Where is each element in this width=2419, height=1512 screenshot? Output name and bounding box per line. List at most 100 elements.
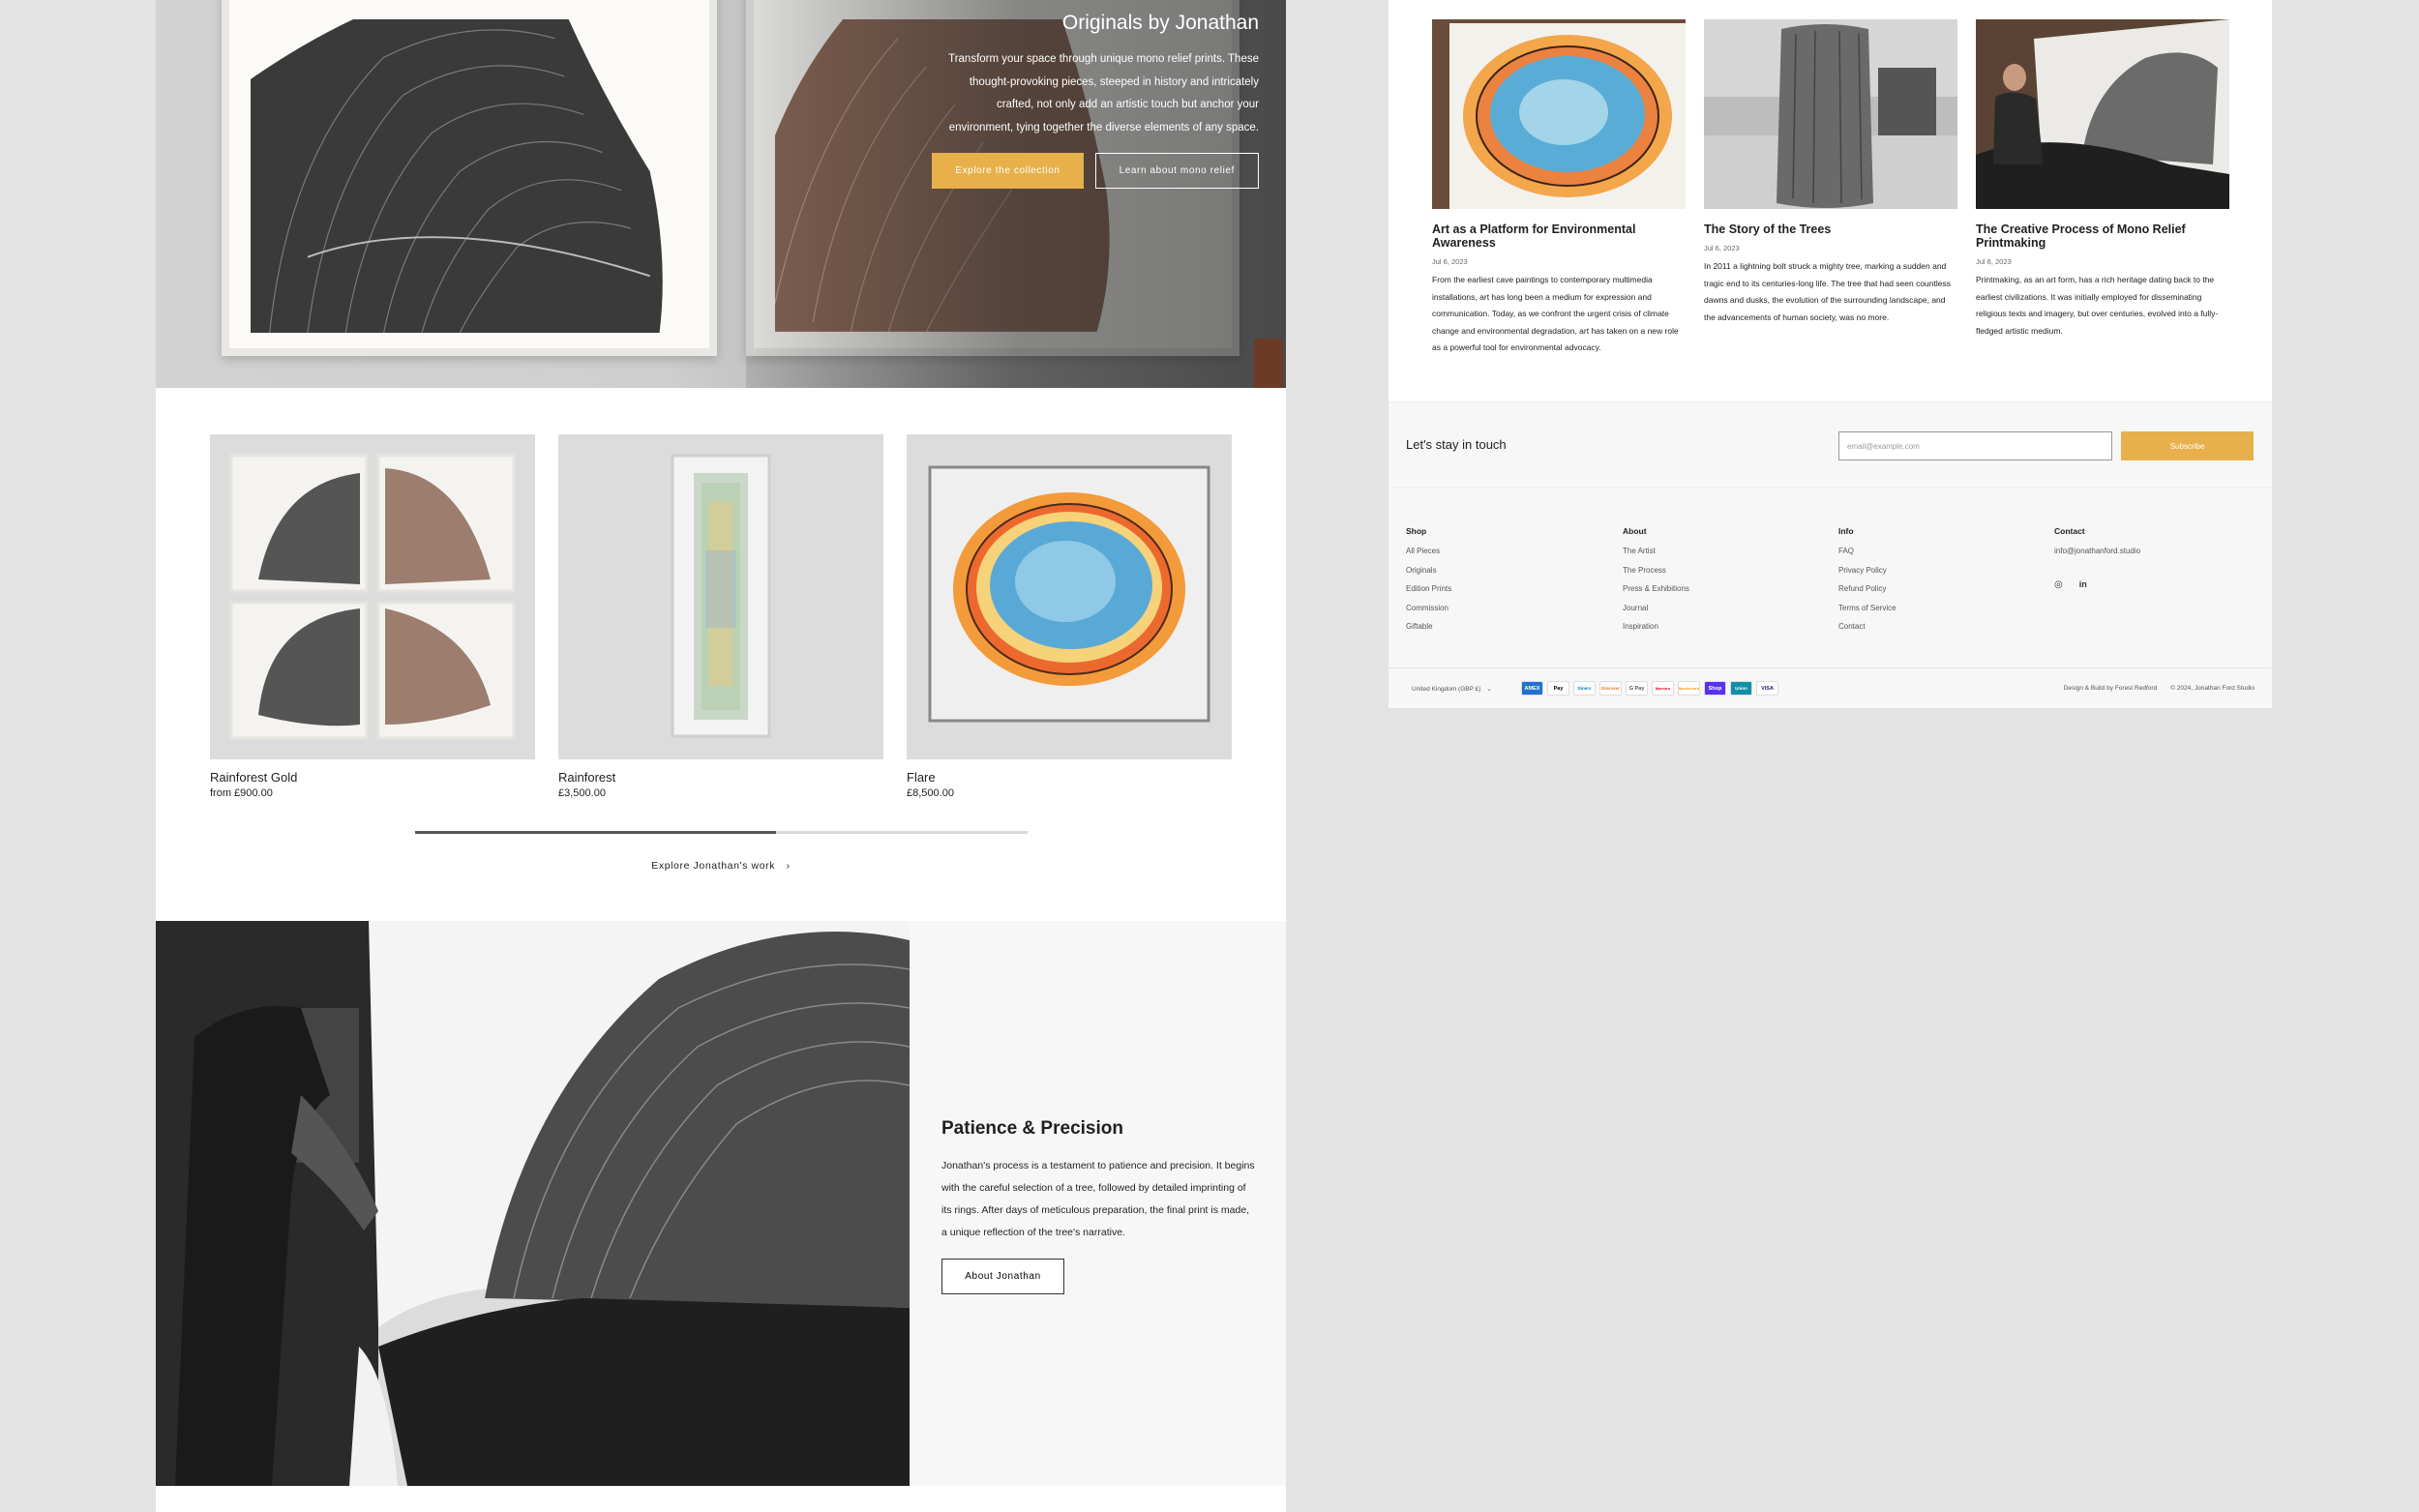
process-section: Patience & Precision Jonathan's process … bbox=[156, 921, 1286, 1486]
flare-print-image bbox=[928, 465, 1210, 723]
product-price: from £900.00 bbox=[210, 787, 273, 799]
product-card-flare[interactable]: Flare £8,500.00 bbox=[907, 434, 1232, 799]
product-price: £8,500.00 bbox=[907, 787, 954, 799]
carousel-scrollbar[interactable] bbox=[415, 831, 1028, 834]
discover-icon: Discover bbox=[1599, 681, 1622, 696]
footer-heading: Info bbox=[1838, 526, 1854, 536]
article-title[interactable]: The Story of the Trees bbox=[1704, 222, 1957, 236]
design-credit-link[interactable]: Design & Build by Forest Redford bbox=[2064, 685, 2157, 692]
article-image[interactable] bbox=[1704, 19, 1957, 209]
payment-methods: AMEX Pay Diners Discover G Pay Maestro M… bbox=[1521, 681, 1778, 696]
wooden-stand bbox=[1254, 339, 1283, 388]
footer-link[interactable]: Press & Exhibitions bbox=[1623, 584, 1816, 604]
footer-heading: Contact bbox=[2054, 526, 2085, 536]
hero-description: Transform your space through unique mono… bbox=[948, 53, 1259, 133]
article-card[interactable]: The Story of the Trees Jul 6, 2023 In 20… bbox=[1704, 19, 1957, 326]
footer-link[interactable]: Edition Prints bbox=[1406, 584, 1599, 604]
carousel-scrollbar-thumb[interactable] bbox=[415, 831, 777, 834]
tall-panel-print-image bbox=[671, 454, 771, 738]
process-copy: Patience & Precision Jonathan's process … bbox=[941, 1118, 1256, 1294]
tree-stump-photo bbox=[1704, 19, 1957, 209]
hero-buttons: Explore the collection Learn about mono … bbox=[930, 153, 1259, 189]
footer-link[interactable]: Inspiration bbox=[1623, 622, 1816, 641]
about-jonathan-button[interactable]: About Jonathan bbox=[941, 1259, 1064, 1294]
article-image[interactable] bbox=[1976, 19, 2229, 209]
diners-club-icon: Diners bbox=[1573, 681, 1596, 696]
tree-ring-print-grey bbox=[251, 19, 663, 334]
footer-link[interactable]: FAQ bbox=[1838, 547, 2032, 566]
article-title[interactable]: The Creative Process of Mono Relief Prin… bbox=[1976, 222, 2229, 250]
country-selector[interactable]: United Kingdom (GBP £) ⌄ bbox=[1412, 685, 1492, 693]
product-image[interactable] bbox=[210, 434, 535, 759]
newsletter-title: Let's stay in touch bbox=[1406, 437, 1507, 452]
country-selector-label[interactable]: United Kingdom (GBP £) bbox=[1412, 686, 1480, 693]
article-date: Jul 6, 2023 bbox=[1976, 257, 2012, 266]
product-image[interactable] bbox=[558, 434, 883, 759]
union-pay-icon: Union bbox=[1730, 681, 1752, 696]
footer-divider bbox=[1389, 667, 2272, 668]
article-excerpt: Printmaking, as an art form, has a rich … bbox=[1976, 275, 2219, 336]
linkedin-icon[interactable]: in bbox=[2079, 579, 2087, 590]
hero-copy: Originals by Jonathan Transform your spa… bbox=[930, 12, 1259, 189]
footer-link[interactable]: All Pieces bbox=[1406, 547, 1599, 566]
homepage-panel: Originals by Jonathan Transform your spa… bbox=[156, 0, 1286, 1512]
footer-link[interactable]: Giftable bbox=[1406, 622, 1599, 641]
contact-email-link[interactable]: info@jonathanford.studio bbox=[2054, 547, 2248, 566]
product-name[interactable]: Flare bbox=[907, 770, 1232, 785]
footer-link[interactable]: Journal bbox=[1623, 604, 1816, 623]
footer-col-shop: Shop All Pieces Originals Edition Prints… bbox=[1406, 526, 1599, 641]
product-card-rainforest[interactable]: Rainforest £3,500.00 bbox=[558, 434, 883, 799]
newsletter-section: Let's stay in touch email@example.com Su… bbox=[1389, 401, 2272, 489]
mastercard-icon: Mastercard bbox=[1678, 681, 1700, 696]
article-excerpt: In 2011 a lightning bolt struck a mighty… bbox=[1704, 261, 1951, 322]
product-image[interactable] bbox=[907, 434, 1232, 759]
footer-col-contact: Contact info@jonathanford.studio ◎ in bbox=[2054, 526, 2248, 590]
printmaking-studio-photo bbox=[1976, 19, 2229, 209]
explore-work-label[interactable]: Explore Jonathan's work bbox=[651, 860, 775, 872]
product-card-rainforest-gold[interactable]: Rainforest Gold from £900.00 bbox=[210, 434, 535, 799]
social-links: ◎ in bbox=[2054, 579, 2248, 590]
article-image[interactable] bbox=[1432, 19, 1686, 209]
maestro-icon: Maestro bbox=[1652, 681, 1674, 696]
footer-link[interactable]: The Artist bbox=[1623, 547, 1816, 566]
footer-link[interactable]: Contact bbox=[1838, 622, 2032, 641]
article-date: Jul 6, 2023 bbox=[1432, 257, 1468, 266]
shop-pay-icon: Shop bbox=[1704, 681, 1726, 696]
footer-link[interactable]: The Process bbox=[1623, 566, 1816, 585]
explore-collection-button[interactable]: Explore the collection bbox=[932, 153, 1084, 189]
footer-heading: About bbox=[1623, 526, 1647, 536]
chevron-down-icon: ⌄ bbox=[1486, 686, 1492, 693]
visa-icon: VISA bbox=[1756, 681, 1778, 696]
newsletter-email-input[interactable]: email@example.com bbox=[1838, 431, 2112, 460]
printmaking-photo bbox=[156, 921, 910, 1486]
learn-mono-relief-button[interactable]: Learn about mono relief bbox=[1094, 153, 1259, 189]
subscribe-button[interactable]: Subscribe bbox=[2121, 431, 2254, 460]
hero-title: Originals by Jonathan bbox=[1061, 12, 1259, 34]
footer-link[interactable]: Originals bbox=[1406, 566, 1599, 585]
journal-footer-panel: Art as a Platform for Environmental Awar… bbox=[1389, 0, 2272, 708]
article-card[interactable]: The Creative Process of Mono Relief Prin… bbox=[1976, 19, 2229, 340]
process-photo bbox=[156, 921, 910, 1486]
instagram-icon[interactable]: ◎ bbox=[2054, 579, 2063, 590]
footer-col-about: About The Artist The Process Press & Exh… bbox=[1623, 526, 1816, 641]
footer-col-info: Info FAQ Privacy Policy Refund Policy Te… bbox=[1838, 526, 2032, 641]
product-name[interactable]: Rainforest Gold bbox=[210, 770, 535, 785]
article-card[interactable]: Art as a Platform for Environmental Awar… bbox=[1432, 19, 1686, 357]
footer-link[interactable]: Privacy Policy bbox=[1838, 566, 2032, 585]
footer-heading: Shop bbox=[1406, 526, 1427, 536]
product-price: £3,500.00 bbox=[558, 787, 606, 799]
footer-link[interactable]: Commission bbox=[1406, 604, 1599, 623]
process-description: Jonathan's process is a testament to pat… bbox=[941, 1160, 1255, 1238]
article-title[interactable]: Art as a Platform for Environmental Awar… bbox=[1432, 222, 1686, 250]
explore-work-link[interactable]: Explore Jonathan's work › bbox=[156, 860, 1286, 872]
article-excerpt: From the earliest cave paintings to cont… bbox=[1432, 275, 1679, 352]
footer-link[interactable]: Terms of Service bbox=[1838, 604, 2032, 623]
footer-credits: Design & Build by Forest Redford © 2024,… bbox=[2064, 685, 2255, 692]
product-name[interactable]: Rainforest bbox=[558, 770, 883, 785]
apple-pay-icon: Pay bbox=[1547, 681, 1569, 696]
framed-print-grey bbox=[222, 0, 717, 356]
four-panel-print-image bbox=[229, 454, 516, 740]
footer-bottom: United Kingdom (GBP £) ⌄ AMEX Pay Diners… bbox=[1389, 679, 2272, 698]
footer-link[interactable]: Refund Policy bbox=[1838, 584, 2032, 604]
article-date: Jul 6, 2023 bbox=[1704, 244, 1740, 252]
